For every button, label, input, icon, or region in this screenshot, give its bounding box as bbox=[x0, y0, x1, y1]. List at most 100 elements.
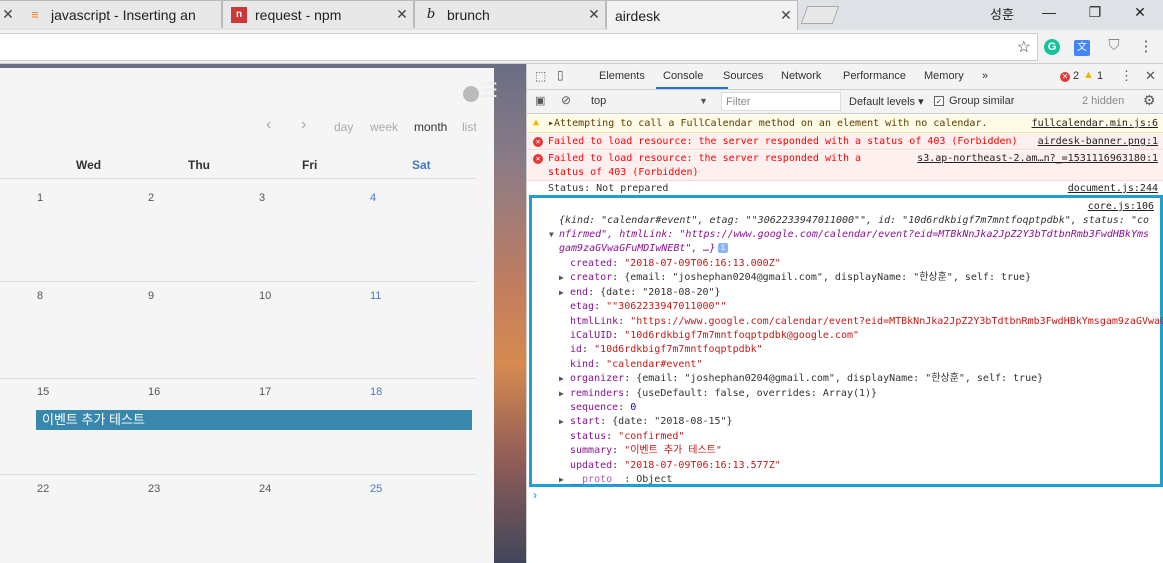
device-toolbar-icon[interactable]: ▯ bbox=[557, 68, 564, 82]
day-number[interactable]: 3 bbox=[259, 192, 265, 204]
property-row[interactable]: __proto__: Object bbox=[570, 473, 672, 487]
property-row[interactable]: creator: {email: "joshephan0204@gmail.co… bbox=[570, 271, 1031, 285]
filter-input[interactable]: Filter bbox=[721, 92, 841, 111]
day-number[interactable]: 8 bbox=[37, 290, 43, 302]
calendar-event[interactable]: 이벤트 추가 테스트 bbox=[36, 410, 472, 430]
close-icon[interactable]: ✕ bbox=[391, 6, 413, 23]
property-row[interactable]: etag: ""3062233947011000"" bbox=[570, 300, 727, 314]
prev-button[interactable]: ‹ bbox=[266, 116, 271, 134]
sidebar-toggle-icon[interactable]: ▣ bbox=[535, 94, 545, 107]
day-number[interactable]: 15 bbox=[37, 386, 49, 398]
day-number[interactable]: 2 bbox=[148, 192, 154, 204]
context-select[interactable]: top bbox=[591, 95, 606, 107]
day-number[interactable]: 1 bbox=[37, 192, 43, 204]
menu-icon[interactable]: ⋮ bbox=[1136, 37, 1156, 57]
day-number[interactable]: 10 bbox=[259, 290, 271, 302]
settings-menu-icon[interactable]: ⋮ bbox=[1120, 68, 1133, 84]
tab-npm[interactable]: n request - npm ✕ bbox=[222, 0, 414, 28]
view-day-button[interactable]: day bbox=[334, 120, 353, 134]
profile-name[interactable]: 성훈 bbox=[980, 4, 1024, 23]
property-key: htmlLink bbox=[570, 315, 619, 327]
day-number[interactable]: 25 bbox=[370, 483, 382, 495]
week-divider bbox=[0, 178, 476, 179]
expand-triangle-icon[interactable]: ▶ bbox=[559, 387, 564, 401]
property-row[interactable]: updated: "2018-07-09T06:16:13.577Z" bbox=[570, 459, 781, 473]
expand-triangle-icon[interactable]: ▶ bbox=[559, 415, 564, 429]
tab-elements[interactable]: Elements bbox=[599, 70, 645, 82]
expand-triangle-icon[interactable]: ▶ bbox=[559, 271, 564, 285]
minimize-button[interactable]: — bbox=[1034, 4, 1064, 20]
tab-javascript[interactable]: ✕ ≡ javascript - Inserting an bbox=[0, 0, 222, 28]
gear-icon[interactable]: ⚙ bbox=[1143, 92, 1156, 109]
expand-triangle-icon[interactable]: ▶ bbox=[559, 372, 564, 386]
shield-icon[interactable]: ⛉ bbox=[1104, 37, 1124, 57]
close-icon[interactable]: ✕ bbox=[775, 7, 797, 24]
inspect-icon[interactable]: ⬚ bbox=[535, 69, 546, 83]
view-month-button[interactable]: month bbox=[414, 120, 447, 134]
close-devtools-icon[interactable]: ✕ bbox=[1145, 68, 1156, 84]
source-link[interactable]: core.js:106 bbox=[1088, 201, 1154, 212]
view-week-button[interactable]: week bbox=[370, 120, 398, 134]
property-row[interactable]: kind: "calendar#event" bbox=[570, 358, 702, 372]
info-icon[interactable]: i bbox=[718, 243, 728, 253]
property-row[interactable]: start: {date: "2018-08-15"} bbox=[570, 415, 733, 429]
tab-airdesk[interactable]: airdesk ✕ bbox=[606, 0, 798, 30]
source-link[interactable]: fullcalendar.min.js:6 bbox=[1032, 117, 1158, 131]
property-row[interactable]: end: {date: "2018-08-20"} bbox=[570, 286, 721, 300]
levels-select[interactable]: Default levels ▾ bbox=[849, 95, 924, 108]
star-icon[interactable]: ☆ bbox=[1017, 37, 1031, 57]
clear-console-icon[interactable]: ⊘ bbox=[561, 93, 571, 107]
avatar[interactable] bbox=[463, 86, 479, 102]
address-bar[interactable]: ☆ bbox=[0, 33, 1038, 61]
close-icon[interactable]: ✕ bbox=[583, 6, 605, 23]
day-header: Thu bbox=[188, 158, 210, 172]
source-link[interactable]: airdesk-banner.png:1 bbox=[1038, 135, 1158, 149]
error-count[interactable]: 2 bbox=[1073, 70, 1079, 82]
tab-memory[interactable]: Memory bbox=[924, 70, 964, 82]
property-row[interactable]: status: "confirmed" bbox=[570, 430, 684, 444]
more-tabs-button[interactable]: » bbox=[982, 70, 988, 82]
property-key: reminders bbox=[570, 387, 625, 399]
view-list-button[interactable]: list bbox=[462, 120, 477, 134]
tab-performance[interactable]: Performance bbox=[843, 70, 906, 82]
day-number[interactable]: 9 bbox=[148, 290, 154, 302]
expand-triangle-icon[interactable]: ▶ bbox=[559, 473, 564, 487]
tab-network[interactable]: Network bbox=[781, 70, 821, 82]
group-similar-checkbox[interactable]: ✓ bbox=[934, 96, 944, 106]
next-button[interactable]: › bbox=[301, 116, 306, 134]
property-row[interactable]: summary: "이벤트 추가 테스트" bbox=[570, 444, 722, 458]
day-number[interactable]: 18 bbox=[370, 386, 382, 398]
expand-triangle-icon[interactable]: ▼ bbox=[549, 228, 554, 242]
source-link[interactable]: s3.ap-northeast-2.am…n?_=1531116963180:1 bbox=[917, 152, 1158, 166]
hamburger-icon[interactable]: ☰ bbox=[480, 78, 498, 103]
week-divider bbox=[0, 378, 476, 379]
day-number[interactable]: 4 bbox=[370, 192, 376, 204]
day-number[interactable]: 16 bbox=[148, 386, 160, 398]
close-window-button[interactable]: ✕ bbox=[1125, 4, 1155, 21]
property-row[interactable]: sequence: 0 bbox=[570, 401, 636, 415]
restore-button[interactable]: ❐ bbox=[1080, 4, 1110, 21]
day-number[interactable]: 24 bbox=[259, 483, 271, 495]
grammarly-icon[interactable]: G bbox=[1042, 37, 1062, 57]
day-number[interactable]: 22 bbox=[37, 483, 49, 495]
expand-triangle-icon[interactable]: ▶ bbox=[559, 286, 564, 300]
property-row[interactable]: htmlLink: "https://www.google.com/calend… bbox=[570, 315, 1163, 329]
property-row[interactable]: iCalUID: "10d6rdkbigf7m7mntfoqptpdbk@goo… bbox=[570, 329, 859, 343]
property-row[interactable]: reminders: {useDefault: false, overrides… bbox=[570, 387, 877, 401]
translate-icon[interactable]: 文 bbox=[1072, 37, 1092, 57]
tab-sources[interactable]: Sources bbox=[723, 70, 763, 82]
day-number[interactable]: 11 bbox=[370, 290, 381, 302]
console-prompt[interactable]: › bbox=[533, 488, 537, 502]
close-icon[interactable]: ✕ bbox=[0, 6, 19, 23]
tab-console[interactable]: Console bbox=[663, 70, 703, 82]
property-row[interactable]: id: "10d6rdkbigf7m7mntfoqptpdbk" bbox=[570, 343, 763, 357]
day-number[interactable]: 17 bbox=[259, 386, 271, 398]
new-tab-button[interactable] bbox=[800, 6, 840, 24]
property-row[interactable]: created: "2018-07-09T06:16:13.000Z" bbox=[570, 257, 781, 271]
tab-brunch[interactable]: b brunch ✕ bbox=[414, 0, 606, 28]
chevron-down-icon[interactable]: ▼ bbox=[699, 96, 708, 106]
property-row[interactable]: organizer: {email: "joshephan0204@gmail.… bbox=[570, 372, 1043, 386]
day-number[interactable]: 23 bbox=[148, 483, 160, 495]
source-link[interactable]: document.js:244 bbox=[1068, 182, 1158, 194]
warning-count[interactable]: 1 bbox=[1097, 70, 1103, 82]
